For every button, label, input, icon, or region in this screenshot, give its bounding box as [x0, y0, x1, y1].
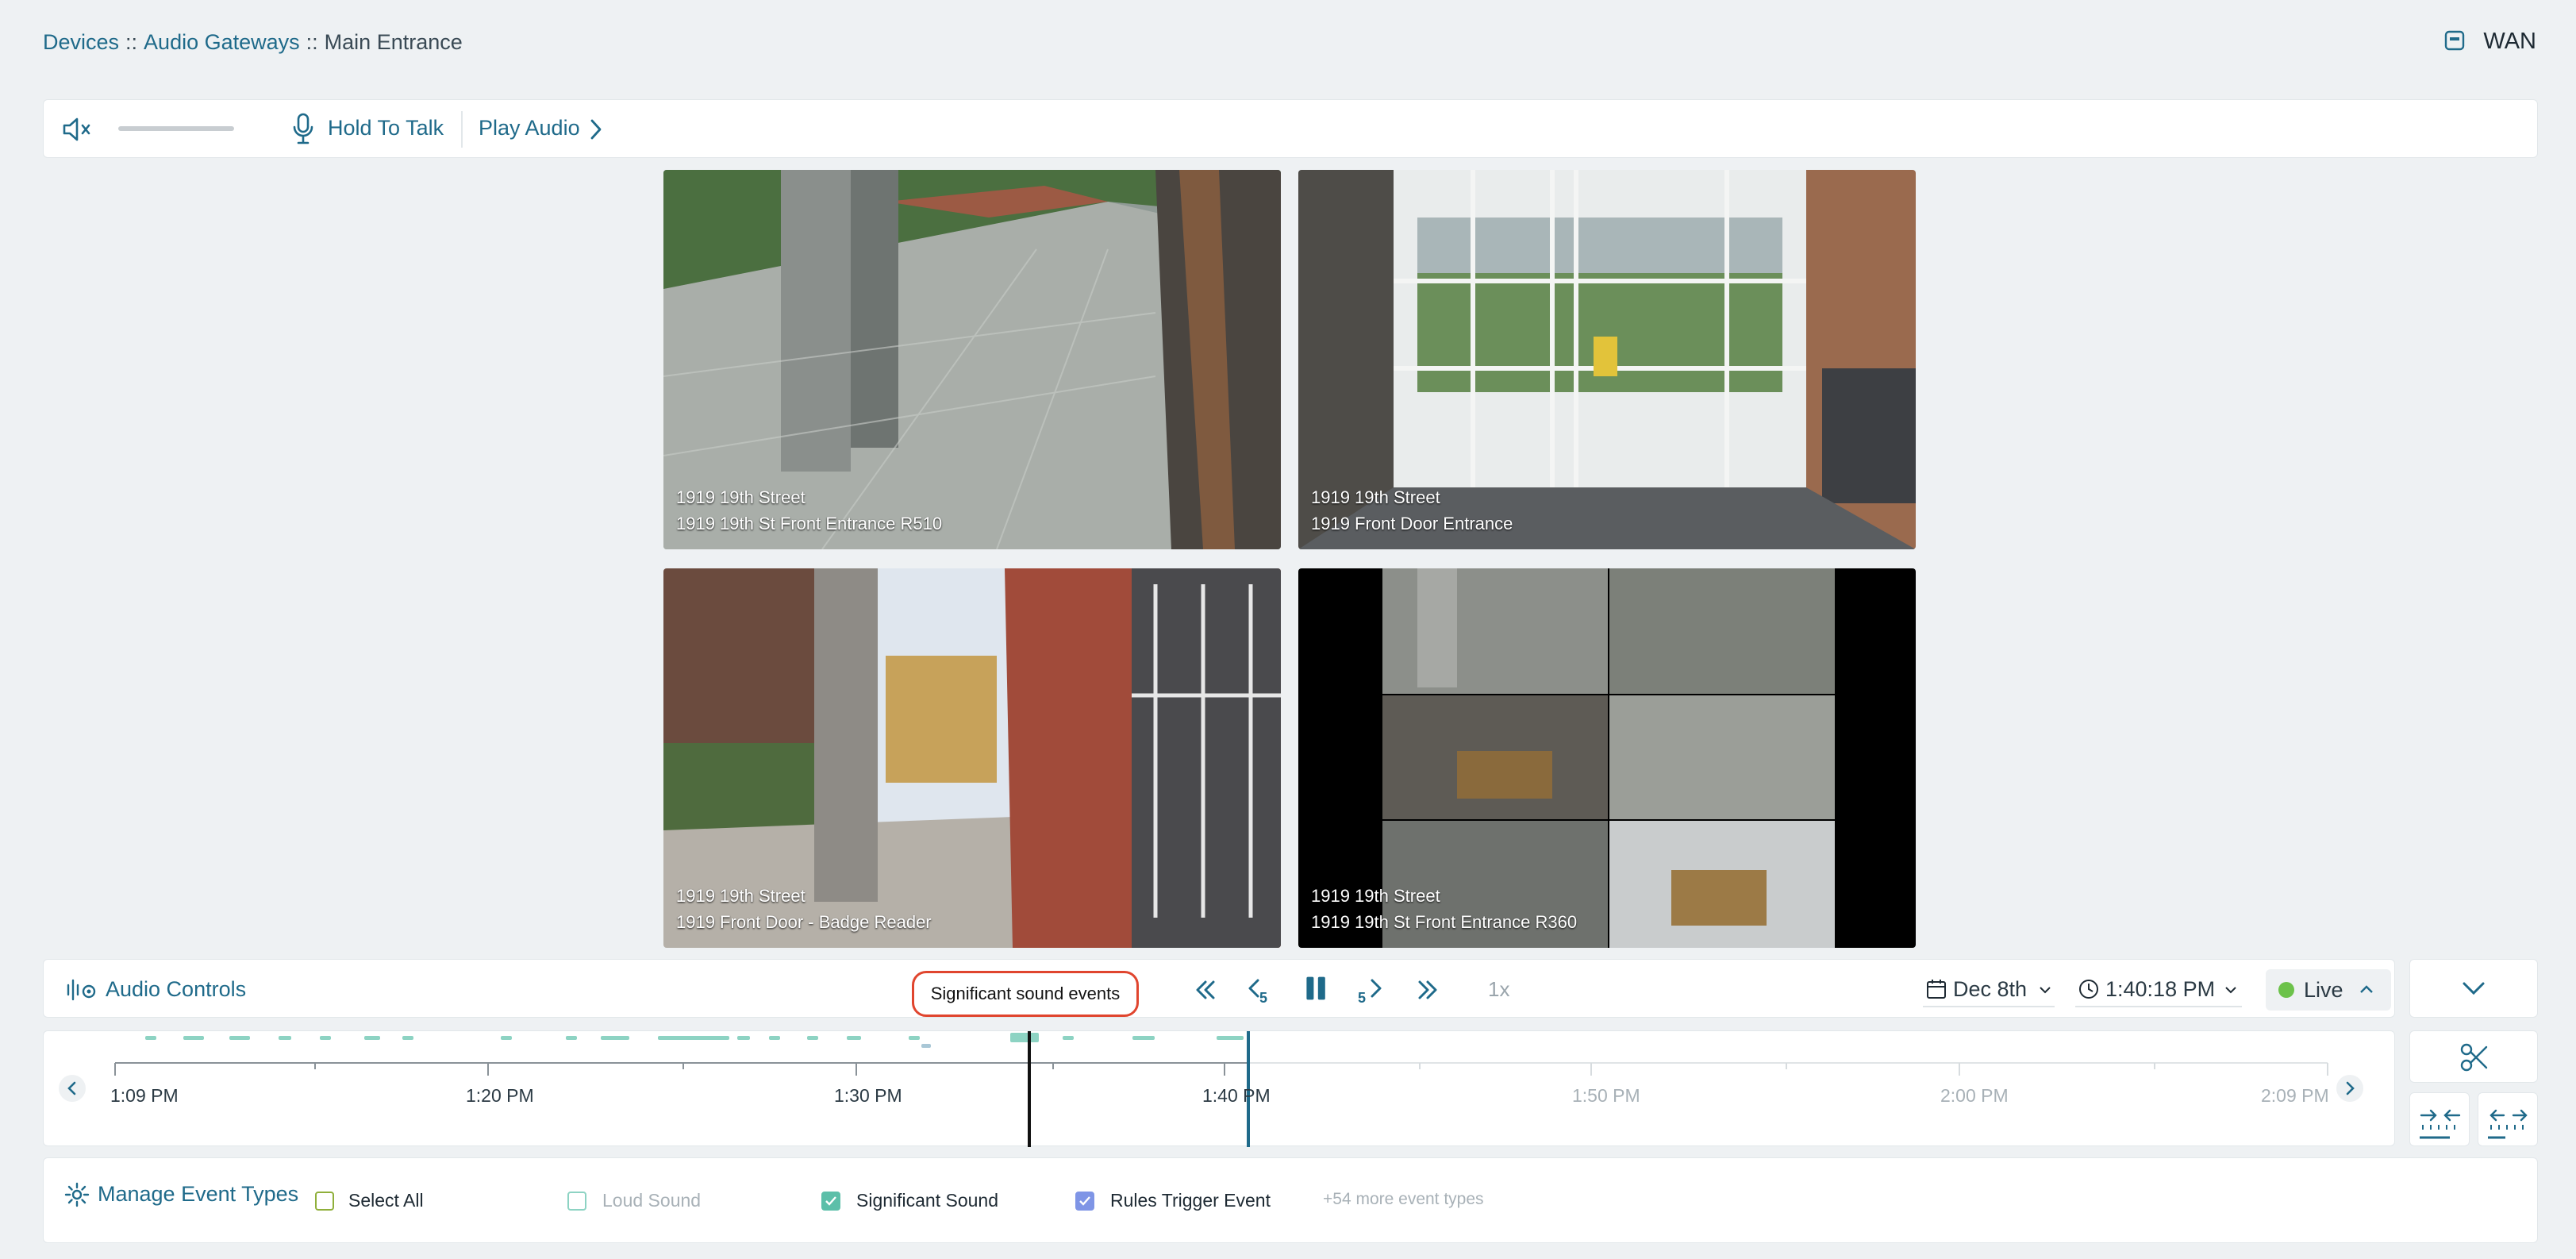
date-picker[interactable]: Dec 8th	[1923, 971, 2055, 1007]
timeline-tick-label: 1:09 PM	[110, 1085, 179, 1106]
zoom-out-timeline-button[interactable]	[2478, 1092, 2538, 1146]
camera-name-label: 1919 Front Door - Badge Reader	[676, 912, 932, 932]
more-event-types-link[interactable]: +54 more event types	[1323, 1190, 1484, 1209]
loud-sound-checkbox[interactable]	[567, 1192, 586, 1211]
play-audio-button[interactable]: Play Audio	[479, 116, 580, 141]
camera-tile[interactable]: 1919 19th Street 1919 Front Door Entranc…	[1298, 170, 1916, 549]
camera-name-label: 1919 Front Door Entrance	[1311, 514, 1513, 533]
live-status-dot	[2278, 982, 2294, 998]
chevron-down-icon	[2463, 982, 2485, 995]
live-label: Live	[2304, 978, 2343, 1002]
microphone-icon[interactable]	[291, 113, 315, 146]
breadcrumb-separator: ::	[306, 30, 318, 54]
zoom-in-timeline-button[interactable]	[2409, 1092, 2470, 1146]
compress-timeline-icon	[2420, 1109, 2461, 1139]
checkmark-icon	[1079, 1196, 1090, 1206]
event-types-bar: Manage Event Types Select All Loud Sound…	[43, 1157, 2538, 1243]
timeline-tick-label: 2:00 PM	[1940, 1085, 2009, 1106]
playback-speed[interactable]: 1x	[1488, 977, 1509, 1002]
camera-site-label: 1919 19th Street	[676, 886, 805, 906]
skip-forward-icon[interactable]: 5	[1356, 976, 1388, 1004]
select-all-label: Select All	[348, 1190, 424, 1211]
volume-slider[interactable]	[118, 126, 234, 131]
rules-trigger-checkbox[interactable]	[1075, 1192, 1094, 1211]
mute-icon[interactable]	[61, 114, 93, 144]
camera-tile[interactable]: 1919 19th Street 1919 19th St Front Entr…	[663, 170, 1281, 549]
audio-toolbar: Hold To Talk Play Audio	[43, 99, 2538, 158]
time-label: 1:40:18 PM	[2105, 977, 2216, 1001]
breadcrumb-separator: ::	[125, 30, 138, 54]
hold-to-talk-button[interactable]: Hold To Talk	[328, 116, 444, 141]
camera-name-label: 1919 19th St Front Entrance R360	[1311, 912, 1578, 932]
expand-timeline-icon	[2488, 1109, 2528, 1139]
playback-control-bar: Audio Controls Significant sound events …	[43, 959, 2395, 1018]
timeline-tick-label: 2:09 PM	[2261, 1085, 2329, 1106]
live-button[interactable]: Live	[2266, 969, 2391, 1011]
checkmark-icon	[825, 1196, 836, 1206]
rewind-icon[interactable]	[1190, 976, 1221, 1004]
network-status-icon[interactable]	[2444, 30, 2465, 51]
audio-controls-button[interactable]: Audio Controls	[106, 977, 246, 1002]
chevron-right-icon[interactable]	[588, 116, 604, 143]
scissors-icon	[2460, 1043, 2488, 1072]
timeline-tick-label: 1:30 PM	[834, 1085, 902, 1106]
significant-sound-tooltip: Significant sound events	[912, 971, 1139, 1017]
skip-forward-seconds: 5	[1358, 990, 1366, 1004]
chevron-up-icon	[2360, 985, 2373, 993]
network-label: WAN	[2483, 29, 2536, 54]
significant-sound-markers	[145, 1033, 1244, 1042]
pause-icon[interactable]	[1301, 974, 1332, 1003]
significant-sound-label: Significant Sound	[856, 1190, 999, 1211]
toolbar-divider	[461, 111, 463, 148]
breadcrumb-current: Main Entrance	[324, 30, 463, 54]
timeline-tick-label: 1:20 PM	[466, 1085, 534, 1106]
breadcrumb-audio-gateways-link[interactable]: Audio Gateways	[144, 30, 300, 54]
camera-site-label: 1919 19th Street	[1311, 886, 1440, 906]
skip-back-icon[interactable]: 5	[1245, 976, 1277, 1004]
loud-sound-label: Loud Sound	[602, 1190, 702, 1211]
date-label: Dec 8th	[1953, 977, 2028, 1001]
collapse-panel-button[interactable]	[2409, 959, 2538, 1018]
breadcrumb: Devices:: Audio Gateways:: Main Entrance	[43, 30, 463, 55]
manage-event-types-button[interactable]: Manage Event Types	[98, 1182, 298, 1207]
select-all-checkbox[interactable]	[315, 1192, 334, 1211]
camera-site-label: 1919 19th Street	[676, 487, 805, 507]
camera-site-label: 1919 19th Street	[1311, 487, 1440, 507]
significant-sound-checkbox[interactable]	[821, 1192, 840, 1211]
event-timeline[interactable]: 1:09 PM 1:20 PM 1:30 PM 1:40 PM 1:50 PM …	[43, 1030, 2395, 1147]
camera-name-label: 1919 19th St Front Entrance R510	[676, 514, 943, 533]
time-picker[interactable]: 1:40:18 PM	[2075, 971, 2242, 1007]
camera-tile[interactable]: 1919 19th Street 1919 19th St Front Entr…	[1298, 568, 1916, 948]
audio-settings-icon[interactable]	[66, 977, 99, 1003]
calendar-icon	[1927, 980, 1946, 999]
chevron-down-icon	[2225, 987, 2236, 994]
skip-back-seconds: 5	[1259, 990, 1267, 1004]
chevron-down-icon	[2040, 987, 2051, 994]
rules-trigger-label: Rules Trigger Event	[1110, 1190, 1271, 1211]
breadcrumb-devices-link[interactable]: Devices	[43, 30, 119, 54]
fast-forward-icon[interactable]	[1412, 976, 1444, 1004]
clip-button[interactable]	[2409, 1030, 2538, 1083]
timeline-tick-label: 1:50 PM	[1572, 1085, 1640, 1106]
camera-tile[interactable]: 1919 19th Street 1919 Front Door - Badge…	[663, 568, 1281, 948]
clock-icon	[2079, 980, 2098, 999]
timeline-tick-label: 1:40 PM	[1202, 1085, 1271, 1106]
gear-icon[interactable]	[64, 1182, 90, 1207]
